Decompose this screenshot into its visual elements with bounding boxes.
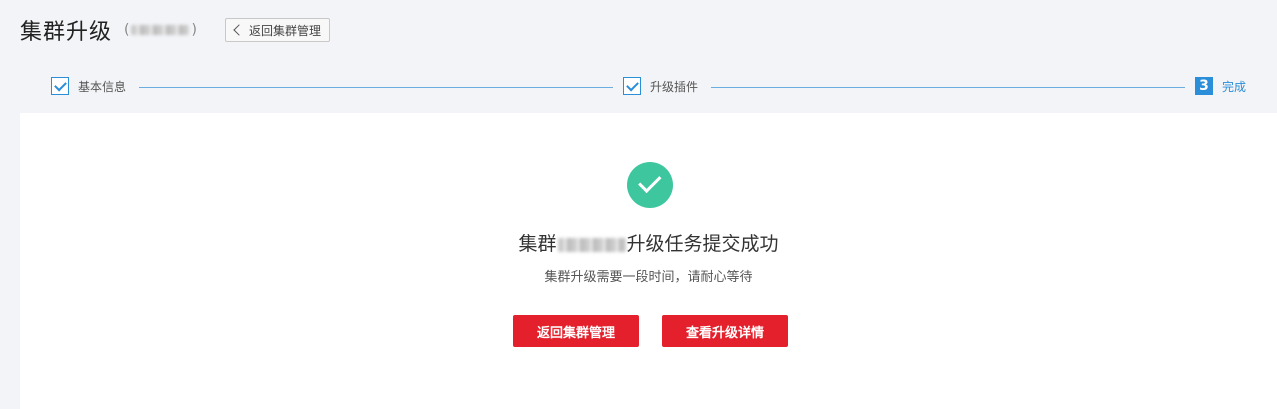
step-connector xyxy=(711,87,1185,88)
step-basic-info: 基本信息 xyxy=(51,77,126,95)
step-upgrade-plugins: 升级插件 xyxy=(623,77,698,95)
back-button-label: 返回集群管理 xyxy=(248,23,321,38)
result-title: 集群 升级任务提交成功 xyxy=(20,229,1277,256)
check-circle-icon xyxy=(627,162,673,208)
step-label: 基本信息 xyxy=(78,79,127,94)
step-number: 3 xyxy=(1195,77,1213,95)
steps-indicator: 基本信息 升级插件 3 完成 xyxy=(51,77,1249,99)
result-panel: 集群 升级任务提交成功 集群升级需要一段时间，请耐心等待 返回集群管理 查看升级详… xyxy=(20,113,1277,409)
checkbox-checked-icon xyxy=(623,77,641,95)
step-label: 完成 xyxy=(1222,79,1247,94)
step-label: 升级插件 xyxy=(650,79,699,94)
back-to-cluster-management-button[interactable]: 返回集群管理 xyxy=(224,18,330,42)
view-upgrade-details-button[interactable]: 查看升级详情 xyxy=(662,315,788,347)
back-to-cluster-management-primary-button[interactable]: 返回集群管理 xyxy=(513,315,639,347)
result-title-suffix: 升级任务提交成功 xyxy=(626,233,779,255)
redacted-cluster-name xyxy=(131,25,190,35)
page-title: 集群升级 xyxy=(20,20,113,45)
redacted-cluster-name xyxy=(557,237,626,252)
cluster-name-close: ) xyxy=(191,22,197,38)
chevron-left-icon xyxy=(233,24,245,36)
result-title-prefix: 集群 xyxy=(518,233,557,255)
cluster-name-open: ( xyxy=(124,22,130,38)
step-connector xyxy=(139,87,613,88)
result-subtitle: 集群升级需要一段时间，请耐心等待 xyxy=(544,270,753,285)
page-header: 集群升级 ( ) 返回集群管理 xyxy=(20,14,330,46)
cluster-name: ( ) xyxy=(124,22,197,38)
checkbox-checked-icon xyxy=(51,77,69,95)
step-complete: 3 完成 xyxy=(1195,77,1246,95)
